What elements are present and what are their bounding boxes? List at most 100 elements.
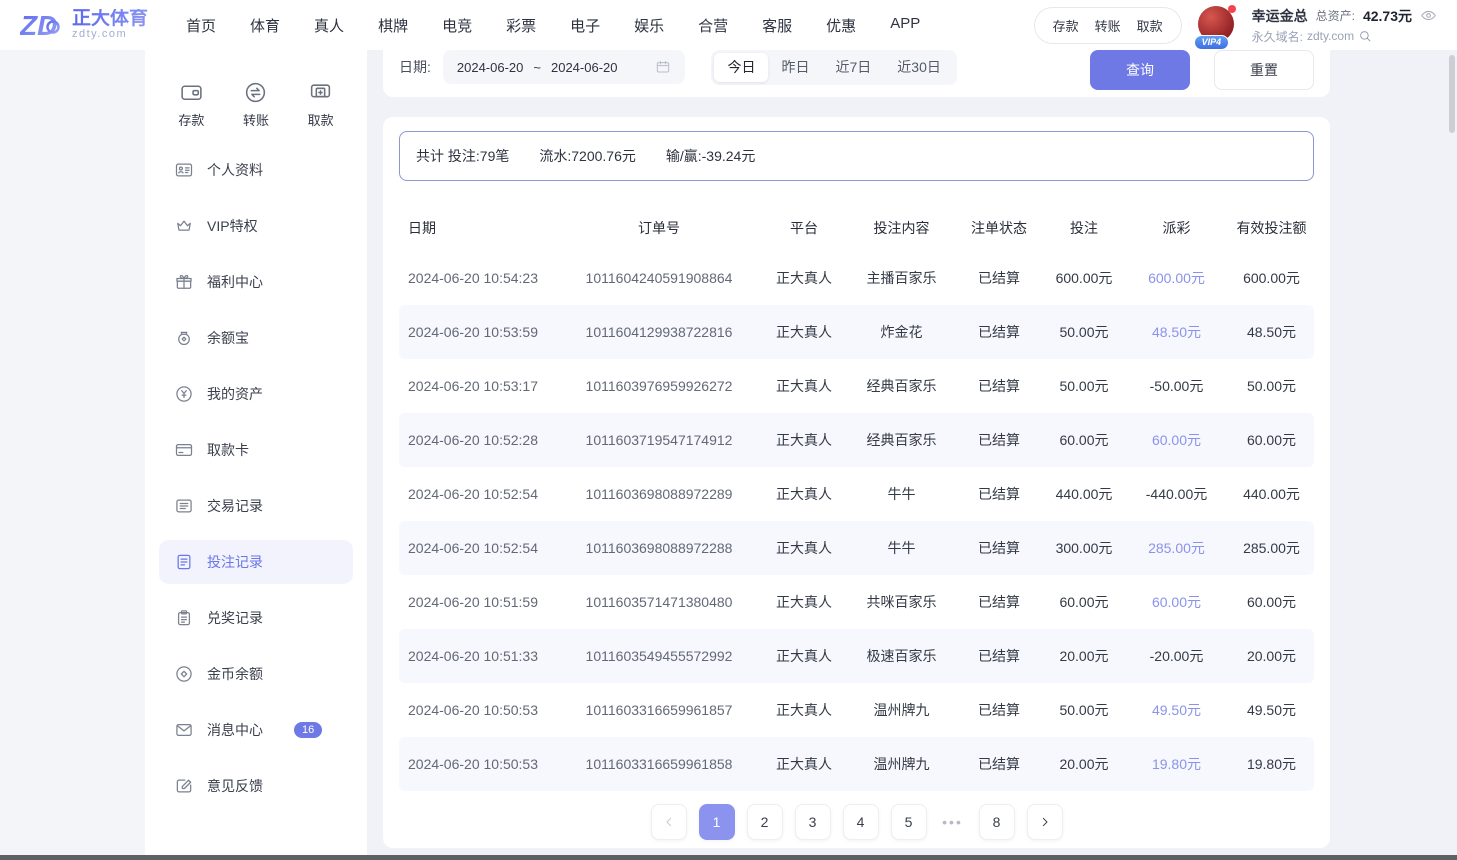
sidebar-item-我的资产[interactable]: 我的资产 (159, 372, 353, 416)
range-button-昨日[interactable]: 昨日 (768, 53, 822, 82)
page-button-2[interactable]: 2 (747, 804, 783, 840)
sidebar-item-投注记录[interactable]: 投注记录 (159, 540, 353, 584)
cell-platform: 正大真人 (776, 484, 832, 504)
range-button-今日[interactable]: 今日 (714, 53, 768, 82)
date-range-input[interactable]: 2024-06-20 ~ 2024-06-20 (443, 50, 686, 84)
quick-action-存款[interactable]: 存款 (178, 80, 204, 129)
cell-platform: 正大真人 (776, 430, 832, 450)
scrollbar[interactable] (1449, 55, 1455, 133)
search-icon[interactable] (1358, 29, 1372, 43)
range-button-近30日[interactable]: 近30日 (884, 53, 954, 82)
cell-payout: -440.00元 (1146, 484, 1207, 504)
reset-button[interactable]: 重置 (1214, 50, 1314, 90)
quick-action-取款[interactable]: 取款 (308, 80, 334, 129)
mail-icon (174, 720, 194, 740)
sidebar-item-余额宝[interactable]: 余额宝 (159, 316, 353, 360)
page-button-8[interactable]: 8 (979, 804, 1015, 840)
nav-item-合营[interactable]: 合营 (698, 15, 728, 36)
coin-diamond-icon (174, 664, 194, 684)
assets-label: 总资产: (1316, 7, 1355, 24)
prev-page-button[interactable] (651, 804, 687, 840)
sidebar-item-VIP特权[interactable]: VIP特权 (159, 204, 353, 248)
eye-icon[interactable] (1420, 7, 1437, 24)
avatar[interactable]: VIP4 (1198, 6, 1236, 44)
table-row: 2024-06-20 10:52:54 1011603698088972289 … (399, 467, 1314, 521)
quick-action-label: 存款 (178, 110, 204, 129)
cell-bet: 20.00元 (1059, 754, 1108, 774)
feedback-icon (174, 776, 194, 796)
cell-order-no: 1011603698088972289 (586, 486, 733, 502)
header-action-存款[interactable]: 存款 (1053, 16, 1079, 35)
calendar-icon[interactable] (655, 59, 671, 75)
page: ZD 正大体育 zdty.com 首页 体育 真人 棋牌 电竞 彩票 电子 娱乐 合营 客服 优惠 A… (0, 0, 1457, 860)
nav-item-优惠[interactable]: 优惠 (826, 15, 856, 36)
quick-action-转账[interactable]: 转账 (243, 80, 269, 129)
nav-item-客服[interactable]: 客服 (762, 15, 792, 36)
page-button-5[interactable]: 5 (891, 804, 927, 840)
cell-content: 温州牌九 (874, 700, 930, 720)
cell-platform: 正大真人 (776, 700, 832, 720)
withdraw-icon (308, 80, 333, 105)
nav-item-彩票[interactable]: 彩票 (506, 15, 536, 36)
page-button-4[interactable]: 4 (843, 804, 879, 840)
footer-edge (0, 855, 1457, 860)
bet-document-icon (174, 552, 194, 572)
cell-bet: 60.00元 (1059, 430, 1108, 450)
cell-content: 极速百家乐 (867, 646, 937, 666)
sidebar-item-兑奖记录[interactable]: 兑奖记录 (159, 596, 353, 640)
nav-item-APP[interactable]: APP (890, 15, 920, 36)
sidebar-item-label: 兑奖记录 (207, 608, 263, 628)
nav-item-棋牌[interactable]: 棋牌 (378, 15, 408, 36)
table-body: 2024-06-20 10:54:23 1011604240591908864 … (399, 251, 1314, 791)
cell-platform: 正大真人 (776, 754, 832, 774)
cell-valid-bet: 600.00元 (1243, 268, 1300, 288)
summary-turnover: 流水:7200.76元 (539, 146, 636, 166)
cell-date: 2024-06-20 10:51:59 (399, 594, 538, 610)
nav-item-首页[interactable]: 首页 (186, 15, 216, 36)
column-header: 投注内容 (874, 218, 930, 238)
sidebar-item-个人资料[interactable]: 个人资料 (159, 148, 353, 192)
sidebar-item-金币余额[interactable]: 金币余额 (159, 652, 353, 696)
chevron-left-icon (661, 814, 677, 830)
gift-icon (174, 272, 194, 292)
page-button-1[interactable]: 1 (699, 804, 735, 840)
brand[interactable]: ZD 正大体育 zdty.com (20, 7, 148, 43)
transaction-list-icon (174, 496, 194, 516)
sidebar-menu: 个人资料 VIP特权福利中心余额宝我的资产取款卡交易记录投注记录兑奖记录金币余额消… (145, 148, 367, 808)
left-gutter (0, 50, 145, 860)
next-page-button[interactable] (1027, 804, 1063, 840)
clipboard-icon (174, 608, 194, 628)
nav-item-体育[interactable]: 体育 (250, 15, 280, 36)
header-action-转账[interactable]: 转账 (1095, 16, 1121, 35)
cell-content: 牛牛 (888, 538, 916, 558)
nav-item-娱乐[interactable]: 娱乐 (634, 15, 664, 36)
cell-date: 2024-06-20 10:50:53 (399, 702, 538, 718)
vip-badge: VIP4 (1194, 35, 1230, 50)
cell-content: 经典百家乐 (867, 376, 937, 396)
sidebar-quick-actions: 存款 转账取款 (145, 80, 367, 129)
query-button[interactable]: 查询 (1090, 50, 1190, 90)
table-header-row: 日期订单号平台投注内容注单状态投注派彩有效投注额 (399, 205, 1314, 251)
date-separator: ~ (533, 60, 541, 75)
nav-item-真人[interactable]: 真人 (314, 15, 344, 36)
sidebar-item-消息中心[interactable]: 消息中心16 (159, 708, 353, 752)
main-nav: 首页 体育 真人 棋牌 电竞 彩票 电子 娱乐 合营 客服 优惠 APP (186, 15, 920, 36)
sidebar-item-福利中心[interactable]: 福利中心 (159, 260, 353, 304)
sidebar-item-交易记录[interactable]: 交易记录 (159, 484, 353, 528)
column-header: 日期 (399, 218, 436, 238)
range-button-近7日[interactable]: 近7日 (822, 53, 884, 82)
column-header: 注单状态 (971, 218, 1027, 238)
cell-order-no: 1011603976959926272 (586, 378, 733, 394)
cell-date: 2024-06-20 10:54:23 (399, 270, 538, 286)
sidebar-item-意见反馈[interactable]: 意见反馈 (159, 764, 353, 808)
header-action-取款[interactable]: 取款 (1137, 16, 1163, 35)
page-ellipsis: ••• (939, 814, 967, 830)
cell-valid-bet: 49.50元 (1247, 700, 1296, 720)
column-header: 有效投注额 (1237, 218, 1307, 238)
cell-status: 已结算 (978, 646, 1020, 666)
nav-item-电竞[interactable]: 电竞 (442, 15, 472, 36)
nav-item-电子[interactable]: 电子 (570, 15, 600, 36)
page-button-3[interactable]: 3 (795, 804, 831, 840)
sidebar-item-取款卡[interactable]: 取款卡 (159, 428, 353, 472)
cell-content: 经典百家乐 (867, 430, 937, 450)
